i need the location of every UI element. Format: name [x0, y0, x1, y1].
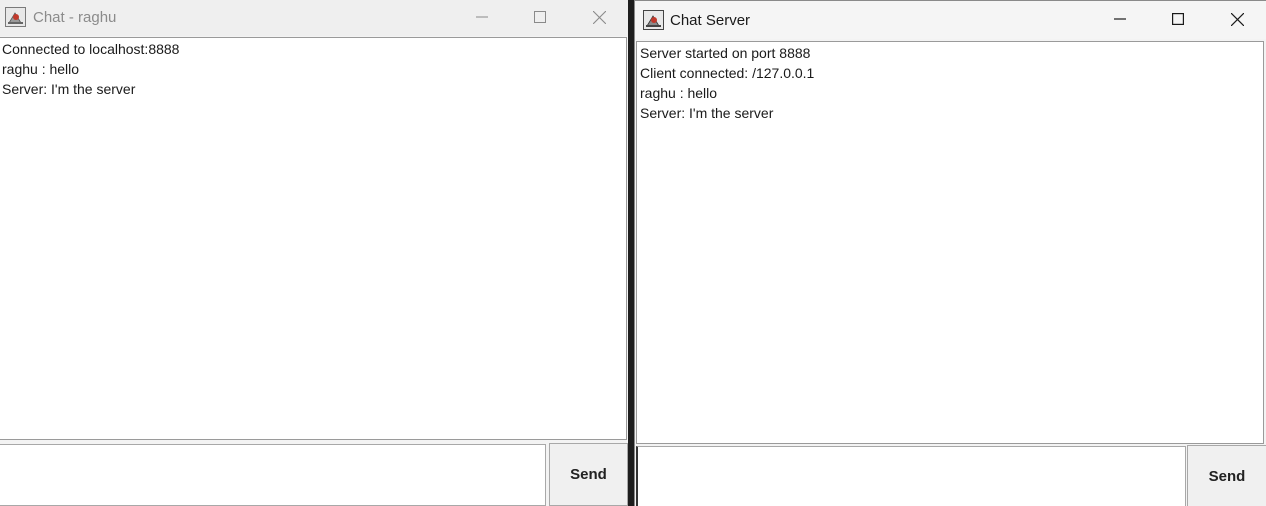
message-line: Server: I'm the server	[2, 81, 136, 97]
message-line: raghu : hello	[2, 61, 80, 77]
maximize-icon	[534, 11, 546, 23]
server-close-button[interactable]	[1214, 2, 1260, 36]
java-coffee-icon	[5, 7, 26, 27]
client-title-bar[interactable]: Chat - raghu	[0, 0, 628, 36]
server-maximize-button[interactable]	[1155, 2, 1201, 36]
client-chat-window: Chat - raghu Connected to localhost:8888…	[0, 0, 628, 506]
message-line: Server: I'm the server	[640, 105, 774, 121]
message-line: Client connected: /127.0.0.1	[640, 65, 815, 81]
java-coffee-icon	[643, 10, 664, 30]
server-chat-window: Chat Server Server started on port 8888 …	[634, 0, 1266, 506]
close-icon	[592, 10, 606, 24]
client-minimize-button[interactable]	[459, 0, 505, 34]
server-title-bar[interactable]: Chat Server	[635, 1, 1266, 39]
client-message-area[interactable]: Connected to localhost:8888 raghu : hell…	[0, 37, 627, 440]
message-line: Server started on port 8888	[640, 45, 811, 61]
client-maximize-button[interactable]	[517, 0, 563, 34]
close-icon	[1230, 12, 1244, 26]
client-message-input[interactable]	[0, 444, 546, 506]
server-minimize-button[interactable]	[1097, 2, 1143, 36]
server-window-title: Chat Server	[670, 12, 751, 29]
minimize-icon	[1114, 18, 1126, 20]
server-send-button[interactable]: Send	[1187, 445, 1266, 506]
client-send-button[interactable]: Send	[549, 443, 628, 506]
server-message-input[interactable]	[636, 446, 1186, 506]
client-window-title: Chat - raghu	[33, 9, 117, 26]
maximize-icon	[1172, 13, 1184, 25]
server-message-area[interactable]: Server started on port 8888 Client conne…	[636, 41, 1264, 444]
message-line: Connected to localhost:8888	[2, 41, 180, 57]
minimize-icon	[476, 16, 488, 18]
message-line: raghu : hello	[640, 85, 718, 101]
client-close-button[interactable]	[576, 0, 622, 34]
